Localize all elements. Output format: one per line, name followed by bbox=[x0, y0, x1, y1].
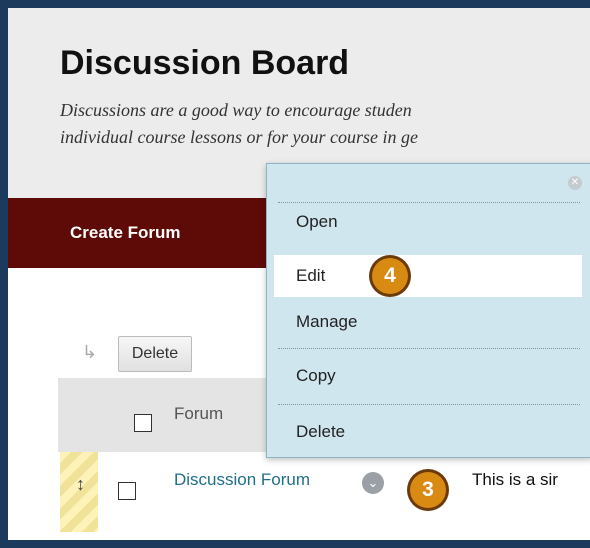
context-menu bbox=[266, 163, 590, 458]
menu-separator bbox=[278, 404, 580, 405]
step-3-callout: 3 bbox=[410, 472, 446, 508]
step-4-callout: 4 bbox=[372, 258, 408, 294]
table-row bbox=[58, 452, 582, 532]
chevron-down-icon[interactable]: ⌄ bbox=[362, 472, 384, 494]
menu-item-open[interactable]: Open bbox=[296, 212, 338, 232]
forum-link[interactable]: Discussion Forum bbox=[174, 470, 310, 490]
page-description: Discussions are a good way to encourage … bbox=[60, 97, 418, 151]
description-line-2: individual course lessons or for your co… bbox=[60, 127, 418, 147]
select-all-checkbox[interactable] bbox=[134, 414, 152, 432]
arrow-icon: ↳ bbox=[82, 342, 98, 362]
menu-separator bbox=[278, 202, 580, 203]
drag-handle-icon: ↕ bbox=[76, 474, 85, 494]
menu-item-manage[interactable]: Manage bbox=[296, 312, 357, 332]
column-header-forum[interactable]: Forum bbox=[174, 404, 223, 424]
menu-item-delete[interactable]: Delete bbox=[296, 422, 345, 442]
page-title: Discussion Board bbox=[60, 44, 350, 82]
description-line-1: Discussions are a good way to encourage … bbox=[60, 100, 412, 120]
row-checkbox[interactable] bbox=[118, 482, 136, 500]
menu-item-copy[interactable]: Copy bbox=[296, 366, 336, 386]
create-forum-button[interactable]: Create Forum bbox=[8, 198, 270, 268]
close-icon[interactable]: ✕ bbox=[568, 176, 582, 190]
delete-button[interactable]: Delete bbox=[118, 336, 192, 372]
forum-description: This is a sir bbox=[472, 470, 558, 489]
menu-item-edit[interactable]: Edit bbox=[274, 255, 582, 297]
menu-separator bbox=[278, 348, 580, 349]
